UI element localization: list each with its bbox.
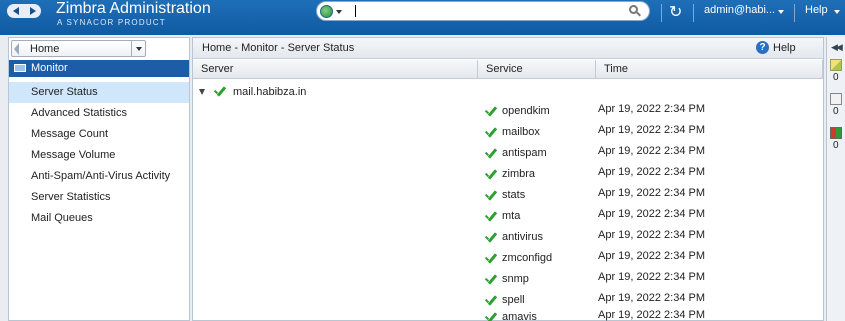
alerts-icon[interactable] <box>830 127 842 139</box>
service-time: Apr 19, 2022 2:34 PM <box>598 166 706 178</box>
alerts-count: 0 <box>833 140 839 151</box>
sidebar-item-message-count[interactable]: Message Count <box>9 124 189 145</box>
check-icon <box>484 106 498 118</box>
divider <box>661 4 662 22</box>
divider <box>693 4 694 22</box>
search-input[interactable] <box>316 1 650 21</box>
breadcrumb: Home - Monitor - Server Status <box>202 42 355 54</box>
service-name: opendkim <box>502 105 550 117</box>
service-time: Apr 19, 2022 2:34 PM <box>598 187 706 199</box>
check-icon <box>484 169 498 181</box>
service-name: amavis <box>502 311 537 321</box>
table-row[interactable]: stats Apr 19, 2022 2:34 PM <box>193 185 823 206</box>
service-name: antispam <box>502 147 547 159</box>
refresh-icon[interactable]: ↻ <box>669 2 682 22</box>
search-icon[interactable] <box>629 5 641 17</box>
check-icon <box>484 295 498 307</box>
service-time: Apr 19, 2022 2:34 PM <box>598 208 706 220</box>
table-row[interactable]: mailbox Apr 19, 2022 2:34 PM <box>193 122 823 143</box>
check-icon <box>484 312 498 321</box>
column-header-server[interactable]: Server <box>193 60 478 79</box>
column-header-service[interactable]: Service <box>478 60 596 79</box>
service-time: Apr 19, 2022 2:34 PM <box>598 309 706 321</box>
main-panel: Home - Monitor - Server Status ? Help Se… <box>192 37 824 321</box>
chevron-down-icon[interactable] <box>778 10 784 14</box>
text-cursor <box>355 5 356 17</box>
service-name: mailbox <box>502 126 540 138</box>
table-row[interactable]: antispam Apr 19, 2022 2:34 PM <box>193 143 823 164</box>
check-icon <box>484 190 498 202</box>
table-row[interactable]: opendkim Apr 19, 2022 2:34 PM <box>193 101 823 122</box>
collapse-panel-icon[interactable]: ◀◀ <box>831 42 843 53</box>
globe-icon <box>320 5 333 18</box>
service-time: Apr 19, 2022 2:34 PM <box>598 103 706 115</box>
breadcrumb-bar: Home - Monitor - Server Status ? Help <box>193 38 823 59</box>
expand-arrow-icon[interactable] <box>199 89 205 95</box>
table-row[interactable]: amavis Apr 19, 2022 2:34 PM <box>193 307 823 321</box>
service-name: zmconfigd <box>502 252 553 264</box>
check-icon <box>484 274 498 286</box>
app-subtitle: A SYNACOR PRODUCT <box>57 18 166 27</box>
service-name: antivirus <box>502 231 543 243</box>
back-arrow-icon[interactable] <box>7 4 24 18</box>
check-icon <box>213 86 227 98</box>
back-icon[interactable] <box>14 43 19 55</box>
section-header-monitor[interactable]: Monitor <box>9 60 189 77</box>
service-name: zimbra <box>502 168 536 180</box>
divider <box>794 4 795 22</box>
right-panel: ◀◀ 0 0 0 <box>826 37 845 321</box>
service-name: snmp <box>502 273 529 285</box>
table-row[interactable]: zmconfigd Apr 19, 2022 2:34 PM <box>193 248 823 269</box>
column-header-time[interactable]: Time <box>596 60 823 79</box>
search-type-dropdown[interactable] <box>320 4 350 19</box>
server-row[interactable]: mail.habibza.in <box>199 85 306 99</box>
service-name: spell <box>502 294 525 306</box>
sidebar: Home Monitor Server Status Advanced Stat… <box>8 37 190 321</box>
section-label: Monitor <box>31 62 68 74</box>
chevron-down-icon[interactable] <box>131 41 145 56</box>
sidebar-item-anti-spam-anti-virus[interactable]: Anti-Spam/Anti-Virus Activity <box>9 166 189 187</box>
service-time: Apr 19, 2022 2:34 PM <box>598 271 706 283</box>
table-row[interactable]: mta Apr 19, 2022 2:34 PM <box>193 206 823 227</box>
check-icon <box>484 148 498 160</box>
service-time: Apr 19, 2022 2:34 PM <box>598 145 706 157</box>
forward-arrow-icon[interactable] <box>24 4 41 18</box>
check-icon <box>484 211 498 223</box>
history-nav <box>7 4 41 18</box>
home-dropdown[interactable]: Home <box>11 40 146 57</box>
sidebar-item-message-volume[interactable]: Message Volume <box>9 145 189 166</box>
service-time: Apr 19, 2022 2:34 PM <box>598 292 706 304</box>
check-icon <box>484 127 498 139</box>
sidebar-menu: Server Status Advanced Statistics Messag… <box>9 82 189 229</box>
help-icon[interactable]: ? <box>756 41 769 54</box>
chevron-down-icon[interactable] <box>834 10 840 14</box>
app-title: Zimbra Administration <box>56 0 211 17</box>
check-icon <box>484 253 498 265</box>
service-name: stats <box>502 189 526 201</box>
service-name: mta <box>502 210 521 222</box>
user-menu[interactable]: admin@habi... <box>704 4 775 16</box>
notes-count: 0 <box>833 72 839 83</box>
monitor-icon <box>14 64 26 72</box>
clipboard-icon[interactable] <box>830 93 842 105</box>
top-header: Zimbra Administration A SYNACOR PRODUCT … <box>0 0 845 35</box>
table-row[interactable]: snmp Apr 19, 2022 2:34 PM <box>193 269 823 290</box>
clipboard-count: 0 <box>833 106 839 117</box>
notes-icon[interactable] <box>830 59 842 71</box>
chevron-down-icon <box>336 9 342 14</box>
service-time: Apr 19, 2022 2:34 PM <box>598 250 706 262</box>
service-time: Apr 19, 2022 2:34 PM <box>598 124 706 136</box>
sidebar-item-server-statistics[interactable]: Server Statistics <box>9 187 189 208</box>
service-time: Apr 19, 2022 2:34 PM <box>598 229 706 241</box>
sidebar-item-mail-queues[interactable]: Mail Queues <box>9 208 189 229</box>
check-icon <box>484 232 498 244</box>
table-row[interactable]: zimbra Apr 19, 2022 2:34 PM <box>193 164 823 185</box>
sidebar-item-server-status[interactable]: Server Status <box>9 82 189 103</box>
server-name: mail.habibza.in <box>233 86 307 98</box>
help-link[interactable]: Help <box>773 42 796 54</box>
help-menu[interactable]: Help <box>805 4 828 16</box>
home-label: Home <box>30 43 60 55</box>
table-row[interactable]: antivirus Apr 19, 2022 2:34 PM <box>193 227 823 248</box>
sidebar-item-advanced-statistics[interactable]: Advanced Statistics <box>9 103 189 124</box>
